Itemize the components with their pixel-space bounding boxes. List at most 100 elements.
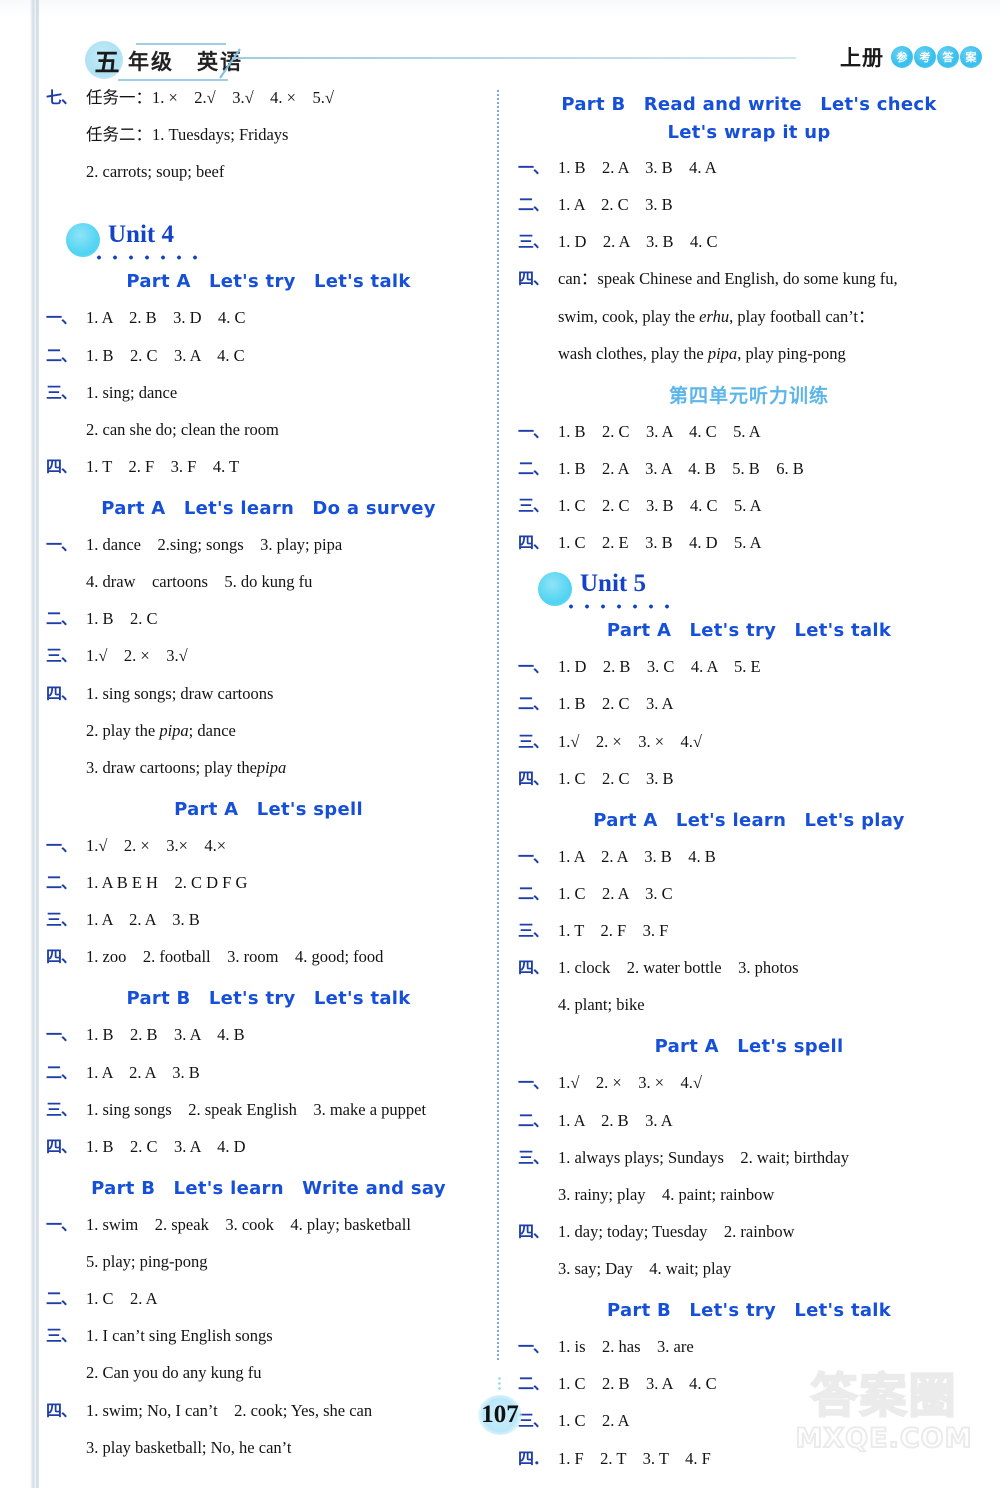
watermark-cn: 答案圈 xyxy=(810,1369,958,1424)
answer-text: 1. B 2. A 3. B 4. A xyxy=(558,158,717,177)
answer-text: 1. swim 2. speak 3. cook 4. play; basket… xyxy=(86,1214,411,1234)
part-heading: Part A Let's spell xyxy=(654,1036,844,1058)
question-number: 二、 xyxy=(518,1374,549,1394)
answer-text: 任务一：1. × 2.√ 3.√ 4. × 5.√ xyxy=(86,88,334,107)
italic-term: pipa xyxy=(159,720,189,740)
answer-text: 1.√ 2. × 3. × 4.√ xyxy=(558,731,702,751)
question-number: 二、 xyxy=(46,609,77,629)
answer-continuation-line: swim, cook, play the erhu, play football… xyxy=(558,306,875,326)
answer-text: 1. I can’t sing English songs xyxy=(86,1326,273,1346)
answer-row: 四、 1. sing songs; draw cartoons xyxy=(46,684,491,705)
italic-term: erhu xyxy=(699,306,730,326)
question-number: 一、 xyxy=(518,846,549,866)
question-number: 一、 xyxy=(518,421,549,441)
italic-term: pipa xyxy=(256,757,287,777)
answer-text: 1.√ 2. × 3. × 4.√ xyxy=(558,1073,702,1093)
question-number: 四、 xyxy=(518,958,549,978)
question-number: 一、 xyxy=(46,308,77,328)
answer-row: 一、 1. B 2. C 3. A 4. C 5. A xyxy=(518,422,980,443)
question-number: 三、 xyxy=(46,382,77,402)
answer-text: 1. A 2. A 3. B xyxy=(86,910,200,930)
question-number: 三、 xyxy=(46,1326,77,1346)
answer-row: 二、 1. B 2. A 3. A 4. B 5. B 6. B xyxy=(518,459,980,480)
answer-row: 二、 1. B 2. C 3. A xyxy=(518,694,980,715)
answer-row: 三、 1. always plays; Sundays 2. wait; birt… xyxy=(518,1148,980,1169)
answer-row: 一、 1. B 2. B 3. A 4. B xyxy=(46,1025,491,1046)
part-heading: Part A Let's try Let's talk xyxy=(126,271,411,293)
question-number: 三、 xyxy=(518,1147,549,1167)
header-rule-long xyxy=(232,57,796,59)
answer-row: 二、 1. A 2. A 3. B xyxy=(46,1063,491,1084)
question-number: 三、 xyxy=(518,232,549,252)
question-number: 一、 xyxy=(518,1073,549,1093)
answer-text: 1. A 2. A 3. B xyxy=(86,1062,200,1082)
header-right-group: 上册 参 考 答 案 xyxy=(840,42,982,72)
question-number: 二、 xyxy=(518,1110,549,1130)
question-number: 四、 xyxy=(518,269,549,289)
unit-dotted-underline xyxy=(563,603,681,611)
question-number: 一、 xyxy=(46,1025,77,1045)
question-number: 四、 xyxy=(518,533,549,553)
answer-text: 1. clock 2. water bottle 3. photos xyxy=(558,958,799,978)
answer-row: 三、 1. I can’t sing English songs xyxy=(46,1326,491,1347)
question-number: 七、 xyxy=(46,88,77,107)
question-number: 四、 xyxy=(46,1136,77,1156)
answer-key-badges: 参 考 答 案 xyxy=(891,46,982,68)
question-number: 一、 xyxy=(46,535,77,554)
page-header: 五 年级 英语 上册 参 考 答 案 xyxy=(0,36,1000,84)
answer-row: 四、 1. day; today; Tuesday 2. rainbow xyxy=(518,1222,980,1243)
answer-row: 一、 1. is 2. has 3. are xyxy=(518,1337,980,1358)
answer-text: 1. sing songs; draw cartoons xyxy=(86,683,274,703)
answer-continuation-line: 2. play the pipa; dance xyxy=(86,720,236,740)
answer-text: 1. zoo 2. football 3. room 4. good; food xyxy=(86,947,384,967)
answer-row: 七、 任务一：1. × 2.√ 3.√ 4. × 5.√ xyxy=(46,88,491,109)
answer-text: 1. T 2. F 3. F 4. T xyxy=(86,456,240,476)
answer-row: 四、 1. T 2. F 3. F 4. T xyxy=(46,457,491,478)
answer-text: 1. B 2. C xyxy=(86,609,158,629)
answer-continuation-line: 3. say; Day 4. wait; play xyxy=(558,1259,732,1278)
answer-row: 三、 1. C 2. C 3. B 4. C 5. A xyxy=(518,496,980,517)
answer-text: can：speak Chinese and English, do some k… xyxy=(558,269,898,289)
answer-row: 三、 1. sing songs 2. speak English 3. make… xyxy=(46,1100,491,1121)
header-slash-icon xyxy=(219,48,241,79)
question-number: 一、 xyxy=(518,1337,549,1357)
answer-row: 二、 1. A B E H 2. C D F G xyxy=(46,873,491,894)
answer-continuation-line: 2. Can you do any kung fu xyxy=(86,1363,262,1383)
answer-text: 1. C 2. C 3. B xyxy=(558,768,674,788)
part-heading: Part A Let's learn Let's play xyxy=(593,809,905,831)
listening-practice-heading: 第四单元听力训练 xyxy=(668,384,829,407)
answer-continuation-line: 3. draw cartoons; play thepipa xyxy=(86,757,287,777)
unit-label: Unit 5 xyxy=(580,570,646,598)
answer-row: 三、 1. T 2. F 3. F xyxy=(518,921,980,942)
page-binding-line xyxy=(36,0,39,1488)
part-subheading: Let's wrap it up xyxy=(667,122,831,143)
grade-number: 五 xyxy=(94,48,120,77)
question-number: 二、 xyxy=(518,694,549,714)
question-number: 四、 xyxy=(46,947,77,967)
answer-continuation-line: wash clothes, play the pipa, play ping-p… xyxy=(558,343,846,363)
answer-row: 三、 1. A 2. A 3. B xyxy=(46,910,491,931)
answer-text: 1. D 2. A 3. B 4. C xyxy=(558,232,718,252)
answer-text: 1.√ 2. × 3.× 4.× xyxy=(86,835,227,855)
question-number: 二、 xyxy=(46,1289,77,1309)
badge-circle: 案 xyxy=(960,46,982,68)
question-number: 四、 xyxy=(46,456,77,476)
answer-row: 四、 can：speak Chinese and English, do some… xyxy=(518,269,980,290)
answers-column-left: 七、 任务一：1. × 2.√ 3.√ 4. × 5.√ 任务二：1. Tuesda… xyxy=(46,88,491,1475)
answer-row: 二、 1. B 2. C xyxy=(46,609,491,630)
page-number: 107 xyxy=(481,1401,519,1428)
question-number: 二、 xyxy=(46,1062,77,1082)
unit-dot-icon xyxy=(66,223,100,258)
question-number: 三、 xyxy=(46,646,77,666)
answer-row: 三、 1.√ 2. × 3. × 4.√ xyxy=(518,732,980,753)
answer-row: 一、 1. dance 2.sing; songs 3. play; pipa xyxy=(46,535,491,556)
answer-text: 1. D 2. B 3. C 4. A 5. E xyxy=(558,657,761,677)
answer-row: 二、 1. C 2. A 3. C xyxy=(518,884,980,905)
answer-row: 三、 1.√ 2. × 3.√ xyxy=(46,646,491,667)
answer-text: 1. B 2. B 3. A 4. B xyxy=(86,1025,245,1045)
answer-row: 一、 1. A 2. A 3. B 4. B xyxy=(518,847,980,868)
question-number: 三、 xyxy=(518,921,549,940)
unit-heading: Unit 5 xyxy=(518,570,980,616)
part-heading: Part A Let's spell xyxy=(174,798,363,820)
